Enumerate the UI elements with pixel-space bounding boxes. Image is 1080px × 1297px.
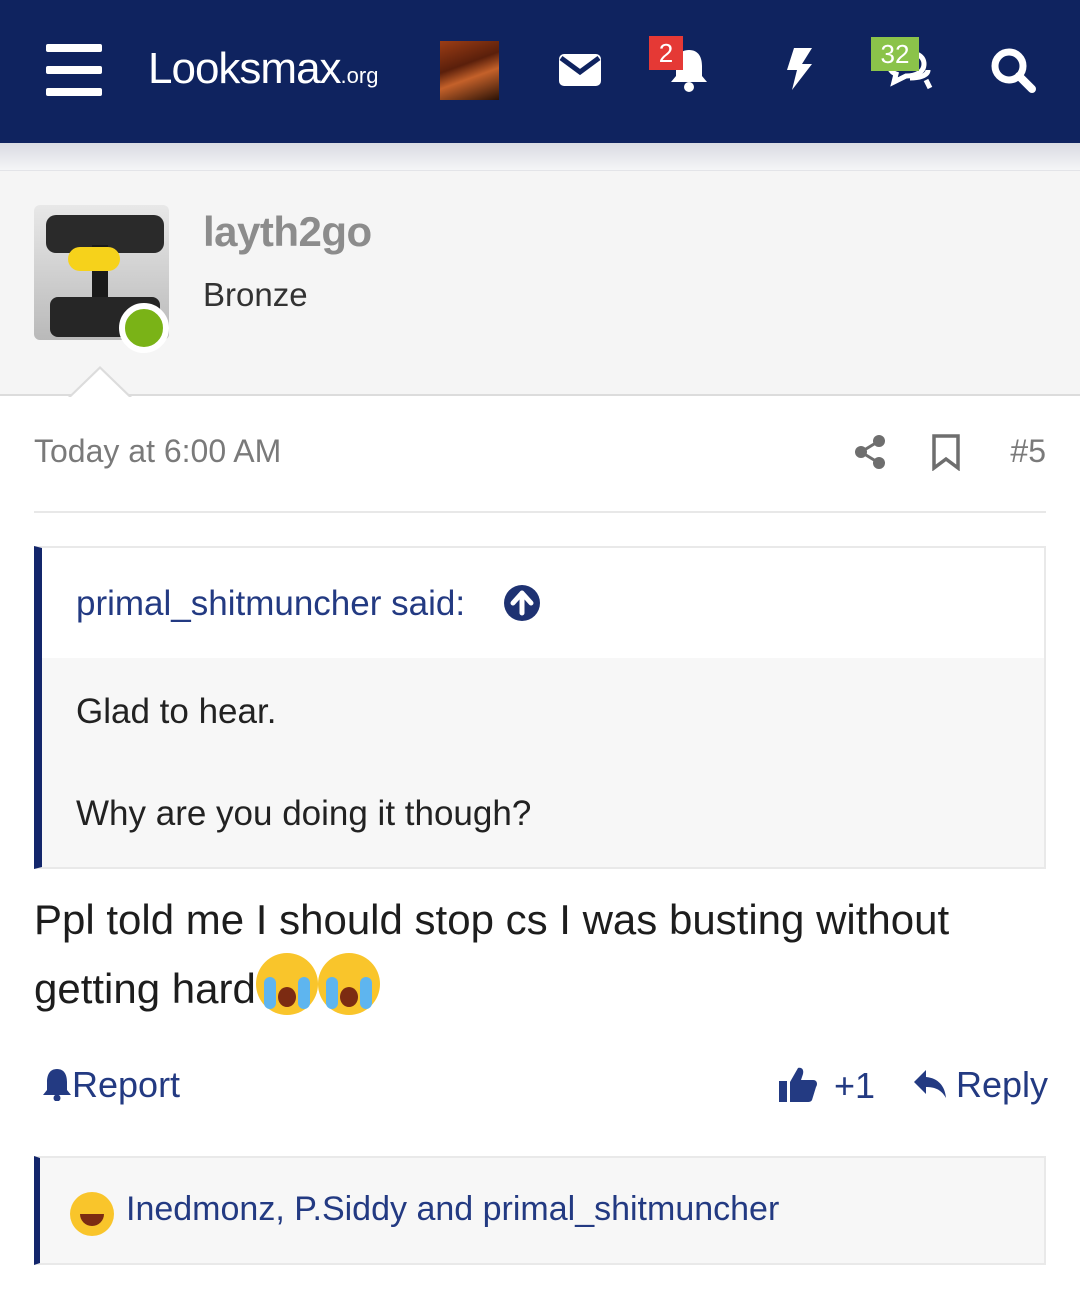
- post-timestamp[interactable]: Today at 6:00 AM: [34, 433, 281, 470]
- quote-block: primal_shitmuncher said: Glad to hear. W…: [34, 546, 1046, 869]
- bell-icon: [43, 1069, 71, 1102]
- like-count: +1: [834, 1065, 876, 1106]
- quote-text-line: Glad to hear.: [76, 692, 277, 731]
- quote-header: primal_shitmuncher said:: [42, 548, 1044, 658]
- jump-to-quote-icon[interactable]: [504, 585, 540, 621]
- logo-tld: .org: [340, 63, 379, 88]
- reply-button[interactable]: Reply: [912, 1064, 1048, 1106]
- alerts-badge: 2: [649, 36, 683, 70]
- like-button[interactable]: +1: [778, 1064, 875, 1107]
- bookmark-icon[interactable]: [931, 433, 961, 471]
- poster-rank: Bronze: [203, 276, 308, 313]
- search-icon[interactable]: [990, 47, 1036, 93]
- post-body-line: getting hard: [34, 965, 256, 1012]
- laughing-emoji-icon: [70, 1192, 114, 1236]
- thumbs-up-icon: [779, 1067, 817, 1102]
- online-status-indicator: [119, 303, 169, 353]
- reactions-bar[interactable]: Inedmonz, P.Siddy and primal_shitmuncher: [34, 1156, 1046, 1265]
- conversations-badge: 32: [871, 37, 919, 71]
- menu-icon[interactable]: [46, 44, 102, 96]
- post-body-line: Ppl told me I should stop cs I was busti…: [34, 896, 950, 943]
- meta-divider: [34, 511, 1046, 513]
- post-body: Ppl told me I should stop cs I was busti…: [34, 886, 1044, 1022]
- nav-shadow: [0, 143, 1080, 171]
- whats-new-lightning-icon[interactable]: [784, 46, 814, 92]
- crying-emoji-icon: [317, 953, 380, 1015]
- post-number[interactable]: #5: [1010, 433, 1046, 470]
- top-navigation-bar: Looksmax.org 2 32: [0, 0, 1080, 143]
- user-avatar[interactable]: [440, 41, 499, 100]
- quote-text-line: Why are you doing it though?: [76, 794, 532, 833]
- quote-author[interactable]: primal_shitmuncher said:: [76, 584, 465, 624]
- crying-emoji-icon: [255, 953, 318, 1015]
- share-icon[interactable]: [853, 434, 887, 470]
- reply-label: Reply: [956, 1064, 1049, 1105]
- logo-text: Looksmax: [148, 44, 342, 93]
- inbox-envelope-icon[interactable]: [557, 52, 603, 88]
- poster-username[interactable]: layth2go: [203, 208, 372, 256]
- reply-arrow-icon: [914, 1070, 946, 1098]
- site-logo[interactable]: Looksmax.org: [148, 44, 378, 94]
- reaction-users[interactable]: Inedmonz, P.Siddy and primal_shitmuncher: [126, 1190, 779, 1229]
- report-button[interactable]: Report: [42, 1064, 180, 1106]
- report-label: Report: [72, 1064, 181, 1105]
